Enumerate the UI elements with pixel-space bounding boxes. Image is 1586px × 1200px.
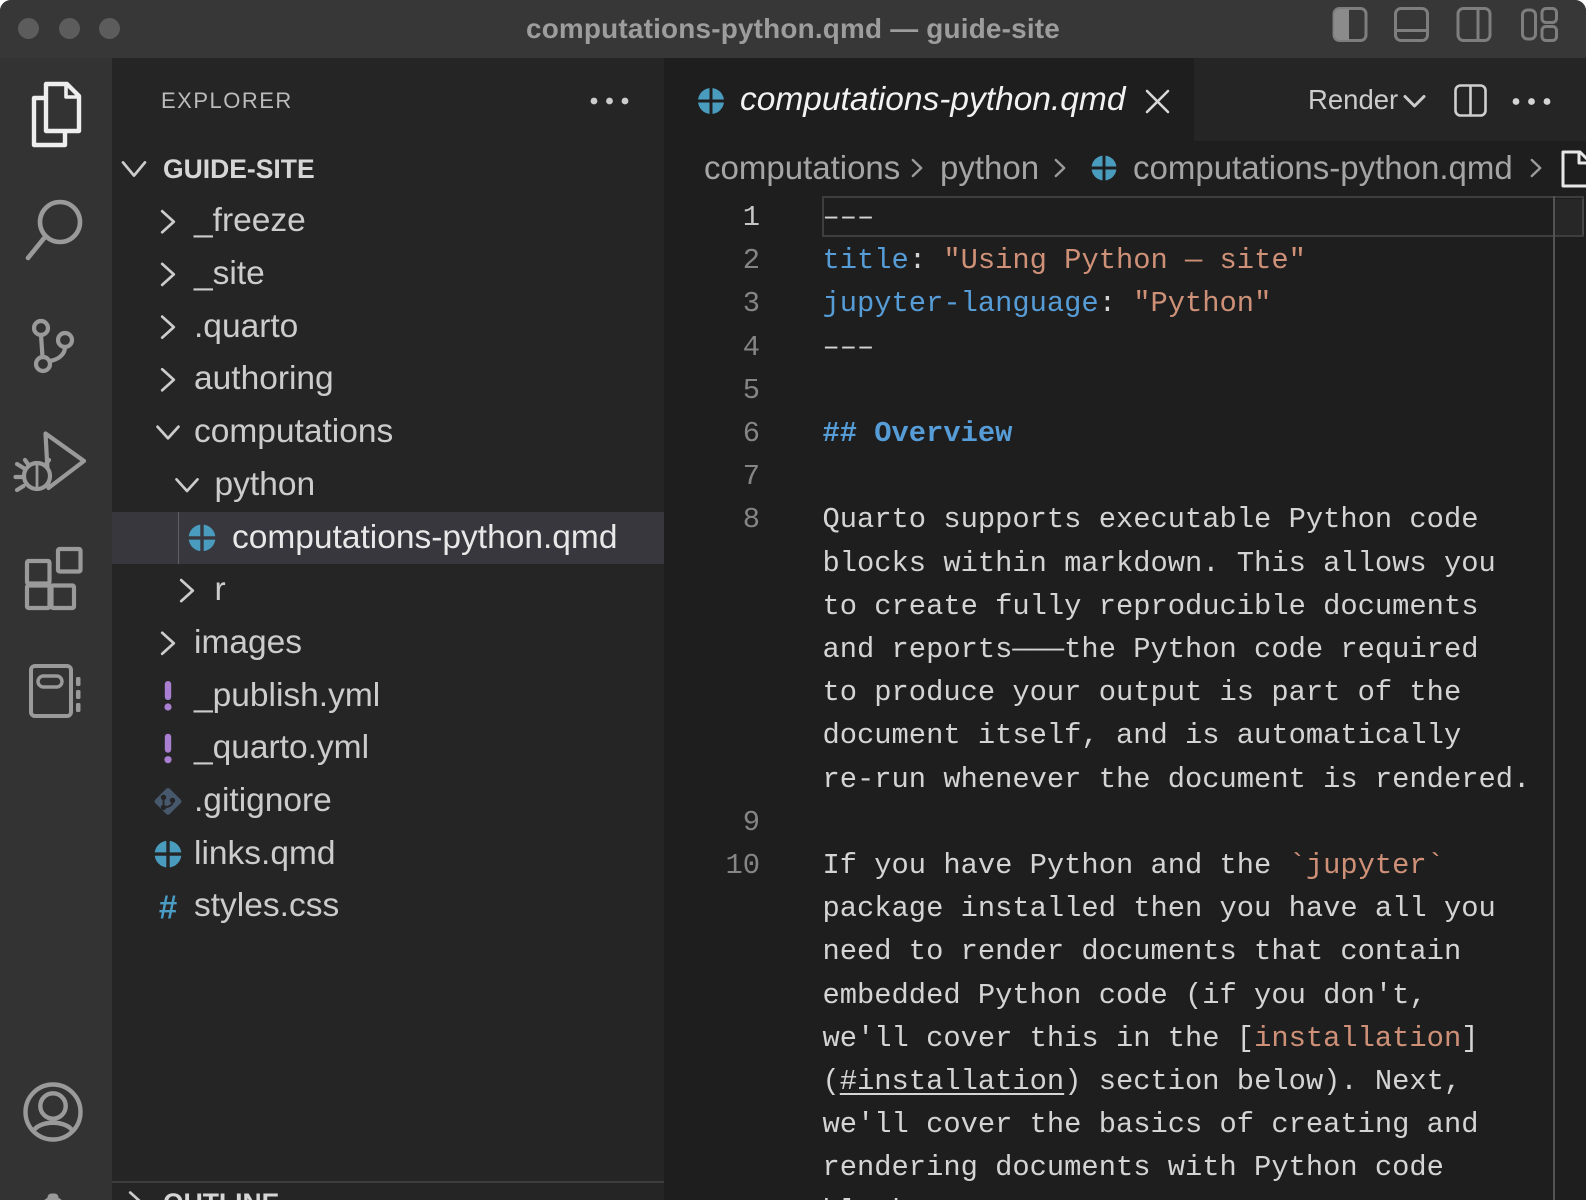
svg-text:#: # xyxy=(159,888,177,925)
